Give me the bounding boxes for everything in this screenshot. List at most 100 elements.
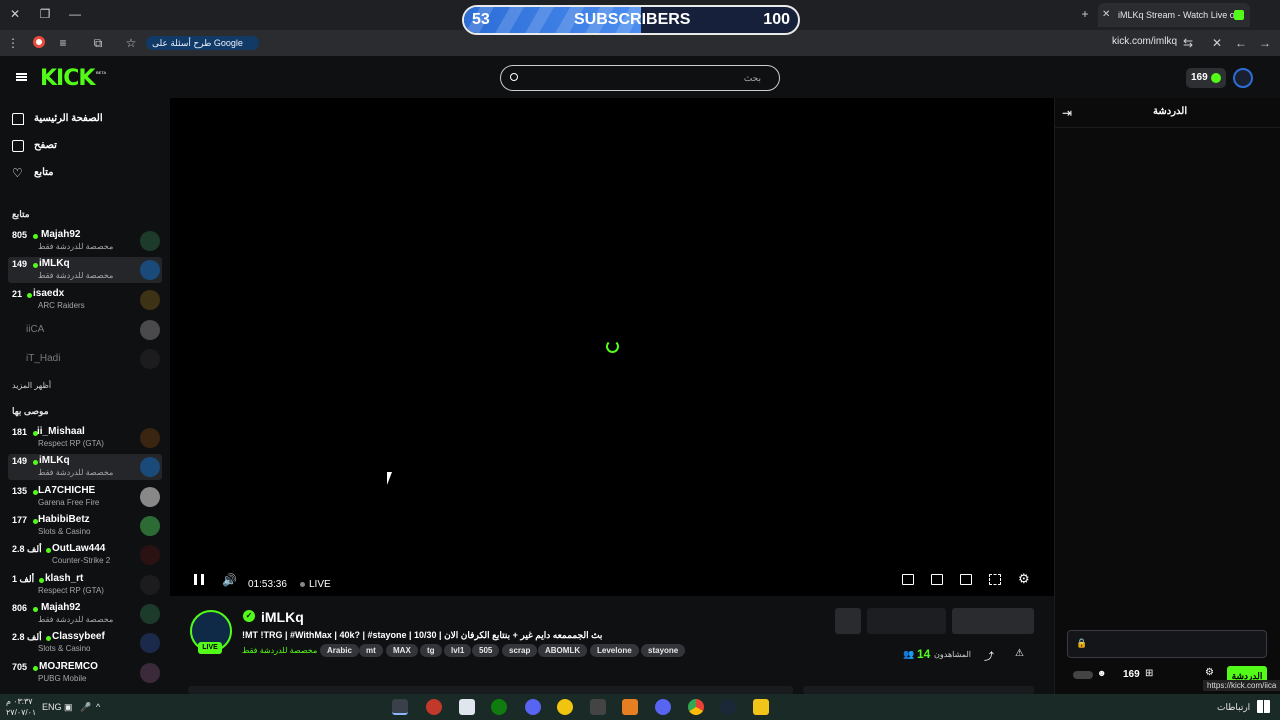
- close-tab-icon[interactable]: ✕: [1102, 3, 1110, 27]
- points-badge[interactable]: 169: [1186, 68, 1226, 88]
- tag-chip[interactable]: stayone: [641, 644, 686, 657]
- restore-window-icon[interactable]: ❐: [37, 6, 53, 22]
- app-taskbar-icon[interactable]: [426, 699, 442, 715]
- tag-chip[interactable]: ABOMLK: [538, 644, 588, 657]
- menu-dots-icon[interactable]: ⋮: [5, 35, 21, 51]
- show-more-link[interactable]: أظهر المزيد: [12, 381, 51, 390]
- mini-player-icon[interactable]: [902, 574, 914, 585]
- following-item[interactable]: 149 iMLKq مخصصة للدردشة فقط: [8, 257, 162, 283]
- file-explorer-taskbar-icon[interactable]: [753, 699, 769, 715]
- app-taskbar-icon[interactable]: [557, 699, 573, 715]
- search-input[interactable]: [521, 70, 761, 86]
- gift-icon[interactable]: ⊞: [1145, 668, 1153, 679]
- tray-chevron-icon[interactable]: ^: [96, 702, 100, 712]
- windows-start-icon[interactable]: [1257, 700, 1270, 713]
- recommended-item[interactable]: 2.8 ألف Classybeef Slots & Casino: [8, 630, 162, 656]
- toggle-switch[interactable]: [1073, 671, 1093, 679]
- search-box[interactable]: [500, 65, 780, 91]
- discord-taskbar-icon[interactable]: [655, 699, 671, 715]
- tag-chip[interactable]: MAX: [386, 644, 418, 657]
- stop-icon[interactable]: ✕: [1209, 35, 1225, 51]
- app-taskbar-icon[interactable]: [525, 699, 541, 715]
- live-label: LIVE: [309, 579, 331, 590]
- collapse-chat-icon[interactable]: ⇥: [1062, 106, 1072, 120]
- settings-gear-icon[interactable]: ⚙: [1018, 571, 1030, 587]
- bookmark-star-icon[interactable]: ☆: [123, 35, 139, 51]
- active-tab[interactable]: ✕ iMLKq Stream - Watch Live on: [1098, 3, 1250, 27]
- google-search-chip[interactable]: طرح أسئلة على Google: [146, 36, 259, 50]
- steam-taskbar-icon[interactable]: [720, 699, 736, 715]
- placeholder-panel: [803, 686, 1034, 694]
- recommended-item[interactable]: 135 LA7CHICHE Garena Free Fire: [8, 484, 162, 510]
- loading-spinner-icon: [606, 340, 619, 353]
- chrome-taskbar-icon[interactable]: [688, 699, 704, 715]
- video-player[interactable]: 🔊 01:53:36 LIVE ⚙: [170, 98, 1054, 596]
- pause-icon[interactable]: [194, 574, 204, 585]
- nav-following[interactable]: متابع: [34, 167, 54, 178]
- nav-browse[interactable]: تصفح: [34, 140, 57, 151]
- kick-logo[interactable]: KICK: [40, 66, 95, 91]
- nav-home[interactable]: الصفحة الرئيسية: [34, 113, 103, 124]
- notepad-taskbar-icon[interactable]: [459, 699, 475, 715]
- volume-icon[interactable]: 🔊: [222, 573, 237, 587]
- chat-points: 169: [1123, 669, 1140, 680]
- fullscreen-icon[interactable]: [989, 574, 1001, 585]
- following-item[interactable]: 805 Majah92 مخصصة للدردشة فقط: [8, 228, 162, 254]
- user-avatar[interactable]: [1233, 68, 1253, 88]
- emote-icon[interactable]: ☻: [1097, 668, 1106, 678]
- forward-icon[interactable]: →: [1257, 35, 1273, 51]
- network-icon[interactable]: ▣: [64, 702, 73, 713]
- viewers-icon: 👥: [903, 649, 915, 659]
- app-taskbar-icon[interactable]: [622, 699, 638, 715]
- following-section-title: متابع: [12, 209, 30, 219]
- following-item-offline[interactable]: iT_Hadi: [8, 346, 162, 372]
- stream-category[interactable]: مخصصة للدردشة فقط: [242, 646, 317, 655]
- placeholder-button[interactable]: [867, 608, 946, 634]
- microphone-icon[interactable]: 🎤: [80, 702, 91, 713]
- app-taskbar-icon[interactable]: [590, 699, 606, 715]
- channel-avatar: [140, 663, 160, 683]
- language-indicator[interactable]: ENG: [42, 702, 62, 712]
- tag-chip[interactable]: lvl1: [444, 644, 472, 657]
- recommended-item[interactable]: 149 iMLKq مخصصة للدردشة فقط: [8, 454, 162, 480]
- tab-title: iMLKq Stream - Watch Live on: [1118, 10, 1240, 20]
- following-item[interactable]: 21 isaedx ARC Raiders: [8, 287, 162, 313]
- extensions-icon[interactable]: ⧉: [90, 35, 106, 51]
- reader-icon[interactable]: ≡: [55, 35, 71, 51]
- viewer-count: 21: [12, 289, 23, 299]
- clip-icon[interactable]: [931, 574, 943, 585]
- tag-chip[interactable]: scrap: [502, 644, 538, 657]
- profile-icon[interactable]: [33, 36, 45, 48]
- tag-chip[interactable]: Levelone: [590, 644, 639, 657]
- url-text[interactable]: kick.com/imlkq: [1112, 36, 1177, 47]
- report-warning-icon[interactable]: ⚠: [1015, 648, 1024, 659]
- tag-chip[interactable]: tg: [420, 644, 442, 657]
- channel-name: klash_rt: [45, 573, 84, 584]
- recommended-item[interactable]: 806 Majah92 مخصصة للدردشة فقط: [8, 601, 162, 627]
- minimize-window-icon[interactable]: —: [67, 6, 83, 22]
- placeholder-panel: [188, 686, 793, 694]
- share-icon[interactable]: ⤴: [984, 648, 994, 663]
- recommended-item[interactable]: 705 MOJREMCO PUBG Mobile: [8, 660, 162, 686]
- close-window-icon[interactable]: ✕: [7, 6, 23, 22]
- recommended-item[interactable]: 177 HabibiBetz Slots & Casino: [8, 513, 162, 539]
- channel-name[interactable]: iMLKq: [261, 609, 304, 625]
- tag-chip[interactable]: Arabic: [320, 644, 359, 657]
- site-settings-icon[interactable]: ⇆: [1180, 35, 1196, 51]
- back-icon[interactable]: ←: [1233, 35, 1249, 51]
- chat-settings-gear-icon[interactable]: ⚙: [1205, 667, 1214, 678]
- recommended-item[interactable]: 2.8 ألف OutLaw444 Counter-Strike 2: [8, 542, 162, 568]
- placeholder-button[interactable]: [835, 608, 861, 634]
- tag-chip[interactable]: 505: [472, 644, 500, 657]
- following-item-offline[interactable]: iiCA: [8, 317, 162, 343]
- recommended-item[interactable]: 1 ألف klash_rt Respect RP (GTA): [8, 572, 162, 598]
- xbox-taskbar-icon[interactable]: [491, 699, 507, 715]
- chat-input[interactable]: 🔒: [1067, 630, 1267, 658]
- tag-chip[interactable]: mt: [359, 644, 383, 657]
- hamburger-menu-icon[interactable]: [16, 73, 27, 81]
- theater-mode-icon[interactable]: [960, 574, 972, 585]
- recommended-item[interactable]: 181 ii_Mishaal Respect RP (GTA): [8, 425, 162, 451]
- new-tab-icon[interactable]: +: [1077, 6, 1093, 22]
- placeholder-button[interactable]: [952, 608, 1034, 634]
- browser-taskbar-icon[interactable]: [392, 699, 408, 715]
